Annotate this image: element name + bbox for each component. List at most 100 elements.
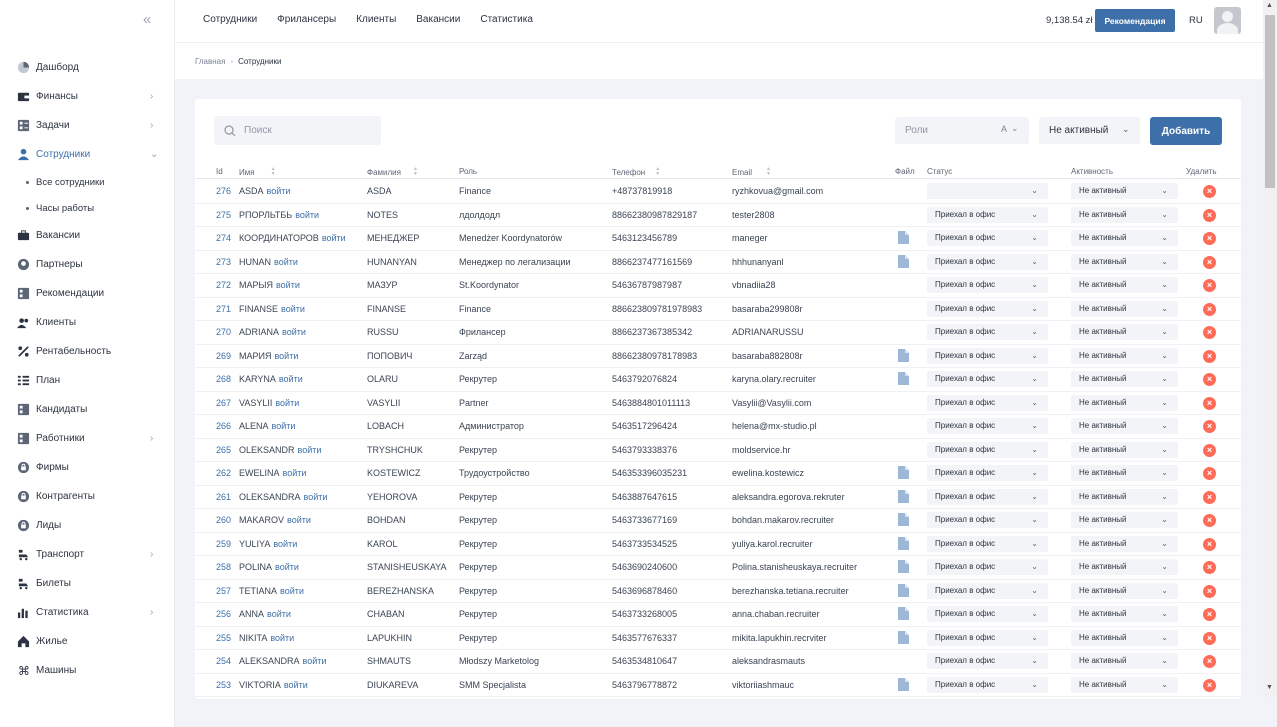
status-select[interactable]: Приехал в офис ⌄ [927, 559, 1048, 575]
file-icon[interactable] [898, 607, 909, 620]
row-id[interactable]: 261 [216, 492, 231, 502]
login-link[interactable]: войти [287, 515, 311, 525]
delete-icon[interactable]: × [1203, 185, 1216, 198]
login-link[interactable]: войти [272, 421, 296, 431]
row-id[interactable]: 260 [216, 515, 231, 525]
row-id[interactable]: 259 [216, 539, 231, 549]
sidebar-item-8[interactable]: Клиенты [0, 308, 175, 337]
row-id[interactable]: 266 [216, 421, 231, 431]
status-select[interactable]: Приехал в офис ⌄ [927, 535, 1048, 552]
scroll-up-icon[interactable]: ▲ [1266, 2, 1273, 9]
scroll-down-icon[interactable]: ▼ [1266, 684, 1273, 691]
sidebar-item-17[interactable]: Билеты [0, 569, 175, 598]
login-link[interactable]: войти [275, 398, 299, 408]
top-nav-item-3[interactable]: Клиенты [356, 14, 396, 25]
activity-select[interactable]: Не активный ⌄ [1071, 606, 1178, 622]
row-id[interactable]: 262 [216, 468, 231, 478]
file-icon[interactable] [898, 583, 909, 597]
login-link[interactable]: войти [270, 633, 294, 643]
status-select[interactable]: Приехал в офис ⌄ [927, 676, 1048, 693]
add-button[interactable]: Добавить [1150, 117, 1222, 145]
delete-icon[interactable]: × [1203, 537, 1216, 551]
row-id[interactable]: 254 [216, 656, 231, 666]
delete-icon[interactable]: × [1203, 302, 1216, 316]
sort-icon[interactable]: ▲ ▼ [655, 167, 660, 177]
file-icon[interactable] [898, 536, 909, 550]
delete-icon[interactable]: × [1203, 467, 1216, 480]
status-select[interactable]: ⌄ [927, 183, 1048, 199]
delete-icon[interactable]: × [1203, 396, 1216, 410]
sidebar-subitem-2[interactable]: Часы работы [0, 195, 175, 221]
login-link[interactable]: войти [295, 210, 319, 220]
status-select[interactable]: Приехал в офис ⌄ [927, 653, 1048, 669]
delete-icon[interactable]: × [1203, 443, 1216, 457]
row-id[interactable]: 255 [216, 633, 231, 643]
row-id[interactable]: 258 [216, 562, 231, 572]
row-id[interactable]: 271 [216, 304, 231, 314]
delete-icon[interactable]: × [1203, 255, 1216, 269]
sidebar-item-14[interactable]: Контрагенты [0, 482, 175, 511]
login-link[interactable]: войти [274, 257, 298, 267]
status-select[interactable]: Приехал в офис ⌄ [927, 582, 1048, 599]
sidebar-item-20[interactable]: ⌘ Машины [0, 656, 175, 685]
language-switch[interactable]: RU [1189, 15, 1203, 26]
login-link[interactable]: войти [303, 656, 327, 666]
sidebar-item-3[interactable]: Задачи › [0, 111, 175, 140]
sort-icon[interactable]: ▲ ▼ [271, 167, 276, 177]
activity-select[interactable]: Не активный ⌄ [1071, 277, 1178, 293]
recommend-button[interactable]: Рекомендация [1095, 9, 1175, 32]
activity-select[interactable]: Не активный ⌄ [1071, 465, 1178, 481]
sidebar-item-16[interactable]: Транспорт › [0, 540, 175, 569]
delete-icon[interactable]: × [1203, 514, 1216, 527]
sidebar-item-6[interactable]: Партнеры [0, 250, 175, 279]
activity-select[interactable]: Не активный ⌄ [1071, 582, 1178, 599]
top-nav-item-2[interactable]: Фрилансеры [277, 14, 336, 25]
row-id[interactable]: 272 [216, 280, 231, 290]
sidebar-item-7[interactable]: Рекомендации [0, 279, 175, 308]
login-link[interactable]: войти [322, 233, 346, 243]
row-id[interactable]: 274 [216, 233, 231, 243]
activity-select[interactable]: Не активный ⌄ [1071, 441, 1178, 458]
activity-select[interactable]: Не активный ⌄ [1071, 418, 1178, 434]
login-link[interactable]: войти [280, 586, 304, 596]
status-select[interactable]: Приехал в офис ⌄ [927, 418, 1048, 434]
row-id[interactable]: 276 [216, 186, 231, 196]
login-link[interactable]: войти [282, 327, 306, 337]
login-link[interactable]: войти [274, 351, 298, 361]
activity-select[interactable]: Не активный ⌄ [1071, 183, 1178, 199]
delete-icon[interactable]: × [1203, 561, 1216, 574]
activity-select[interactable]: Не активный ⌄ [1071, 488, 1178, 505]
search-input[interactable] [244, 125, 364, 136]
scrollbar-thumb[interactable] [1265, 15, 1275, 188]
status-select[interactable]: Приехал в офис ⌄ [927, 277, 1048, 293]
status-filter-select[interactable]: Не активный ⌄ [1039, 117, 1140, 144]
login-link[interactable]: войти [284, 680, 308, 690]
status-select[interactable]: Приехал в офис ⌄ [927, 441, 1048, 458]
status-select[interactable]: Приехал в офис ⌄ [927, 488, 1048, 505]
sidebar-item-13[interactable]: Фирмы [0, 453, 175, 482]
sidebar-item-5[interactable]: Вакансии [0, 221, 175, 250]
row-id[interactable]: 257 [216, 586, 231, 596]
file-icon[interactable] [898, 677, 909, 691]
delete-icon[interactable]: × [1203, 420, 1216, 433]
sidebar-item-4[interactable]: Сотрудники ⌄ [0, 140, 175, 169]
status-select[interactable]: Приехал в офис ⌄ [927, 347, 1048, 364]
delete-icon[interactable]: × [1203, 279, 1216, 292]
status-select[interactable]: Приехал в офис ⌄ [927, 465, 1048, 481]
delete-icon[interactable]: × [1203, 490, 1216, 504]
file-icon[interactable] [898, 348, 909, 362]
delete-icon[interactable]: × [1203, 326, 1216, 339]
status-select[interactable]: Приехал в офис ⌄ [927, 606, 1048, 622]
activity-select[interactable]: Не активный ⌄ [1071, 394, 1178, 411]
status-select[interactable]: Приехал в офис ⌄ [927, 206, 1048, 223]
file-icon[interactable] [898, 630, 909, 644]
status-select[interactable]: Приехал в офис ⌄ [927, 324, 1048, 340]
status-select[interactable]: Приехал в офис ⌄ [927, 629, 1048, 646]
row-id[interactable]: 256 [216, 609, 231, 619]
row-id[interactable]: 253 [216, 680, 231, 690]
page-scrollbar[interactable]: ▲ ▼ [1263, 0, 1277, 697]
roles-select[interactable]: Роли A ⌄ [895, 117, 1029, 144]
activity-select[interactable]: Не активный ⌄ [1071, 535, 1178, 552]
row-id[interactable]: 275 [216, 210, 231, 220]
file-icon[interactable] [898, 513, 909, 526]
